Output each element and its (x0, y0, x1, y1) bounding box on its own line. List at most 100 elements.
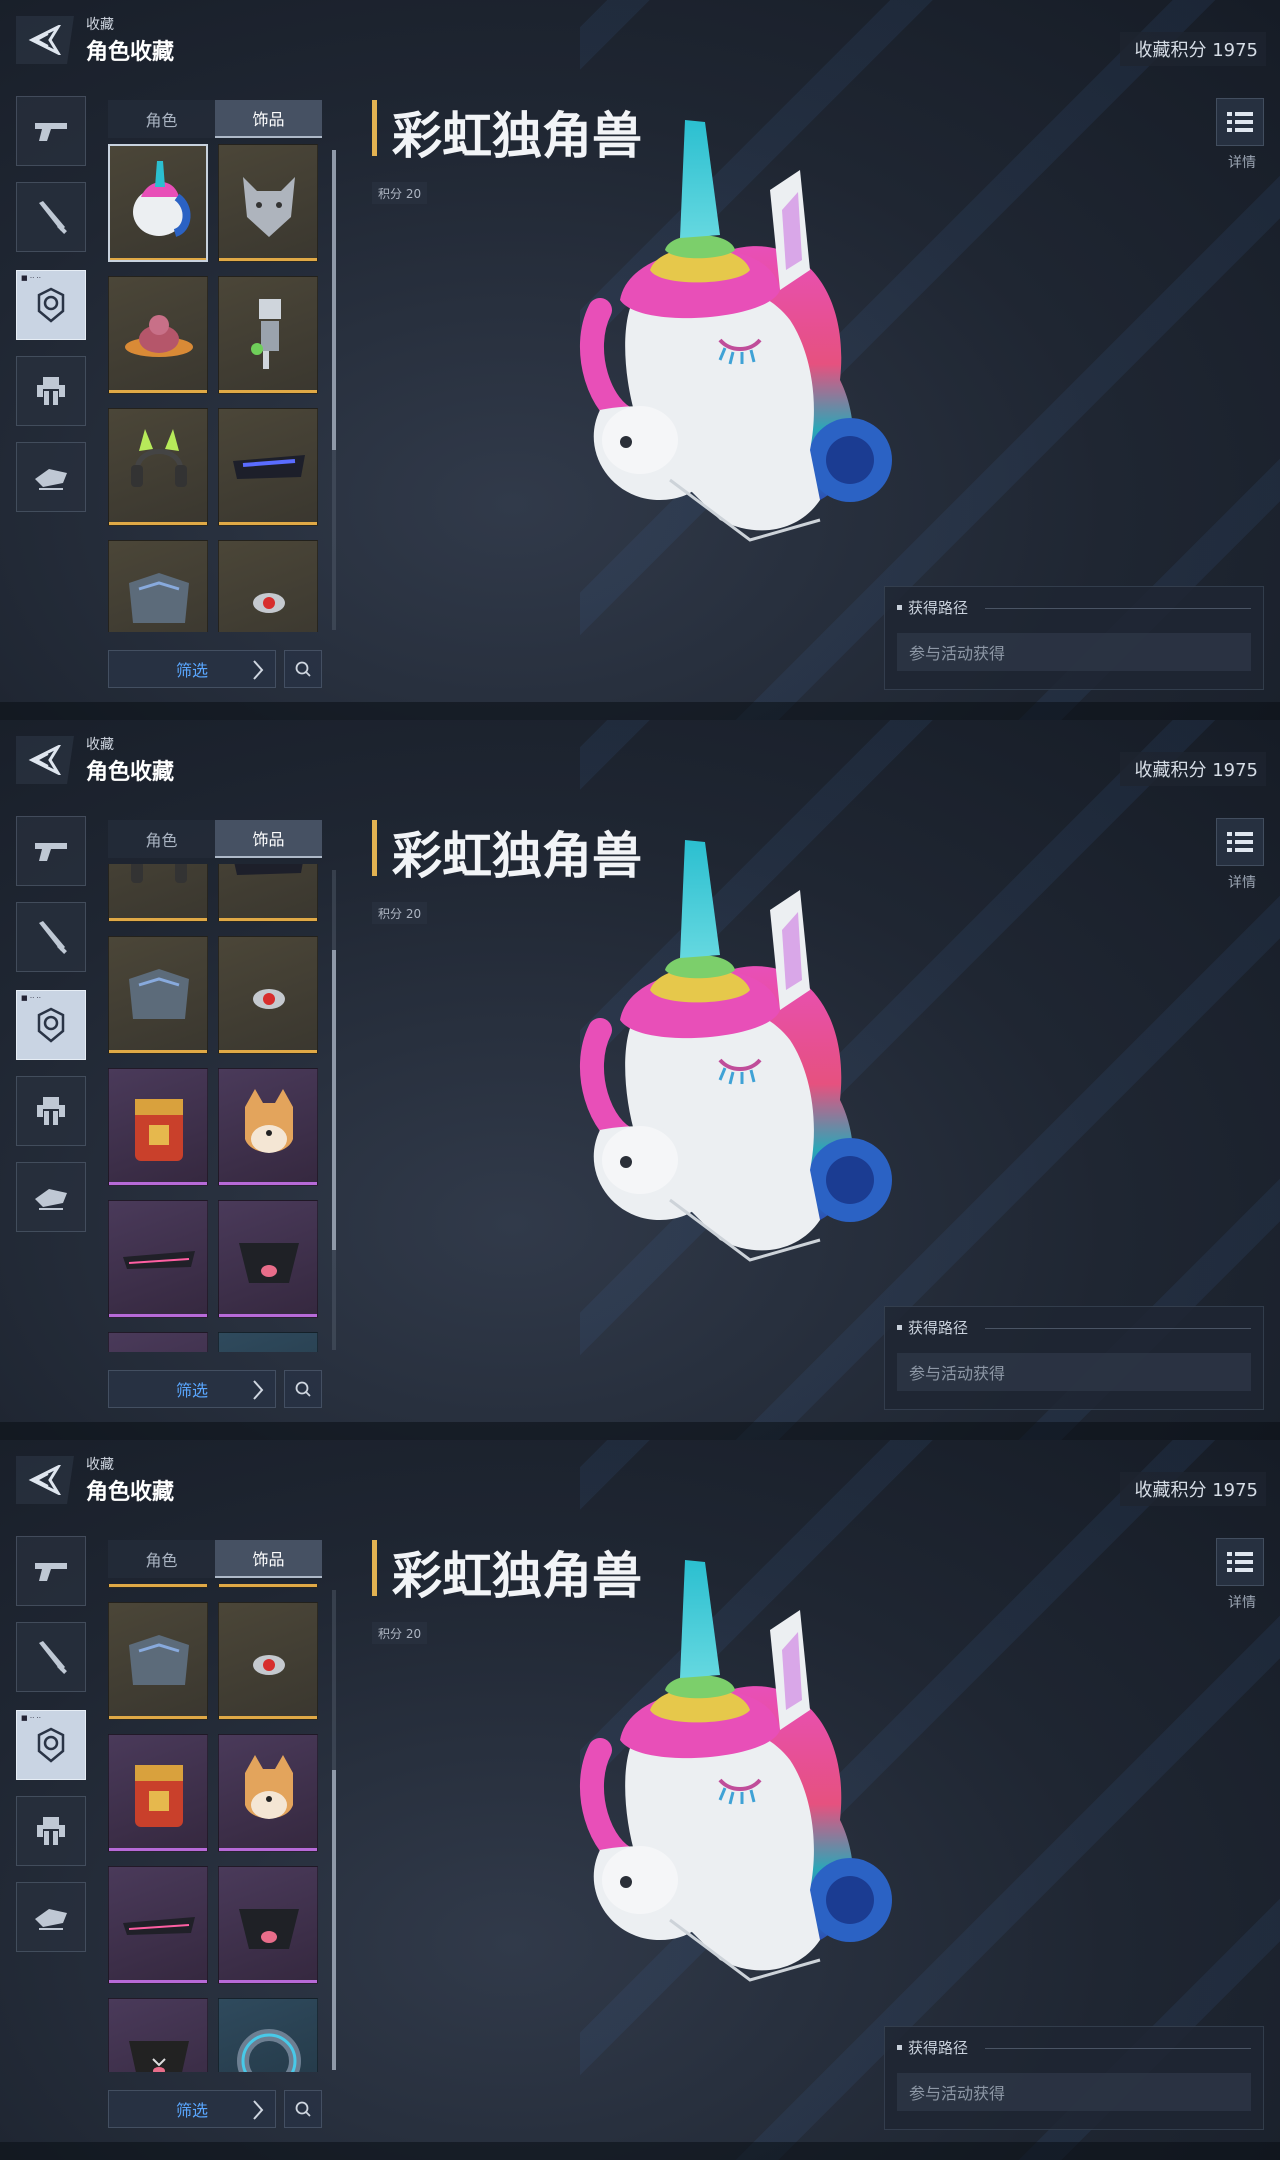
divider (985, 608, 1251, 609)
item-card-cat-ear-headset[interactable] (108, 864, 208, 922)
detail-button[interactable] (1216, 1538, 1264, 1586)
filter-label: 筛选 (175, 661, 208, 680)
tab-characters[interactable]: 角色 (108, 1540, 215, 1578)
item-grid (108, 144, 322, 632)
item-card-shiba-head[interactable] (218, 1068, 318, 1186)
search-button[interactable] (284, 650, 322, 688)
item-card-robot-figure[interactable] (218, 276, 318, 394)
item-card-unicorn-head[interactable] (108, 144, 208, 262)
item-card-visor-glasses[interactable] (218, 1584, 318, 1588)
item-card-cyber-ring[interactable] (218, 1998, 318, 2072)
tab-accessories[interactable]: 饰品 (215, 100, 322, 138)
back-button[interactable] (16, 16, 74, 64)
tab-accessories[interactable]: 饰品 (215, 1540, 322, 1578)
grid-scrollbar[interactable] (332, 870, 336, 1350)
item-card-cyber-ring[interactable] (218, 1332, 318, 1352)
character-head-icon (37, 1727, 65, 1763)
detail-label: 详情 (1228, 875, 1256, 891)
shiba-head-icon (245, 1755, 293, 1819)
acquire-source-panel: 获得路径 参与活动获得 (884, 2026, 1264, 2130)
category-tabs: 角色 饰品 (108, 820, 322, 858)
search-button[interactable] (284, 1370, 322, 1408)
unicorn-model-preview (580, 120, 892, 542)
dark-visor-icon (123, 1917, 195, 1935)
item-card-tongue-mask[interactable] (218, 1200, 318, 1318)
category-tabs: 角色 饰品 (108, 100, 322, 138)
nav-tag: ■ ·· ·· (21, 274, 41, 282)
item-card-treasure-backpack[interactable] (108, 1068, 208, 1186)
chevron-right-icon (253, 660, 264, 680)
nav-weapons-melee[interactable] (16, 902, 86, 972)
nav-weapons-melee[interactable] (16, 182, 86, 252)
search-button[interactable] (284, 2090, 322, 2128)
search-icon (295, 1381, 311, 1397)
nav-vehicles[interactable] (16, 442, 86, 512)
nav-mechs[interactable] (16, 1076, 86, 1146)
item-card-cat-ear-headset[interactable] (108, 1584, 208, 1588)
item-card-red-eye-drone[interactable] (218, 936, 318, 1054)
acquire-heading: 获得路径 (897, 1317, 968, 1338)
back-button[interactable] (16, 1456, 74, 1504)
item-card-tongue-mask[interactable] (218, 1866, 318, 1984)
item-card-shiba-head[interactable] (218, 1734, 318, 1852)
item-card-armor-gauntlet[interactable] (108, 1602, 208, 1720)
item-card-kitty-mask[interactable] (108, 1332, 208, 1352)
item-card-armor-gauntlet[interactable] (108, 936, 208, 1054)
scrollbar-thumb[interactable] (332, 150, 336, 450)
kitty-mask-icon (129, 2041, 189, 2072)
item-card-red-eye-drone[interactable] (218, 540, 318, 632)
nav-vehicles[interactable] (16, 1162, 86, 1232)
filter-button[interactable]: 筛选 (108, 1370, 276, 1408)
item-card-dark-visor[interactable] (108, 1866, 208, 1984)
item-card-treasure-backpack[interactable] (108, 1734, 208, 1852)
dark-visor-icon (123, 1251, 195, 1269)
item-card-ufo-dragon[interactable] (108, 276, 208, 394)
nav-mechs[interactable] (16, 1796, 86, 1866)
filter-button[interactable]: 筛选 (108, 650, 276, 688)
item-card-visor-glasses[interactable] (218, 864, 318, 922)
item-grid (108, 1584, 322, 2072)
chevron-right-icon (253, 1380, 264, 1400)
nav-weapons-pistol[interactable] (16, 96, 86, 166)
unicorn-head-icon (133, 161, 191, 237)
grid-scrollbar[interactable] (332, 150, 336, 630)
filter-button[interactable]: 筛选 (108, 2090, 276, 2128)
nav-weapons-pistol[interactable] (16, 816, 86, 886)
filter-label: 筛选 (175, 2101, 208, 2120)
nav-weapons-melee[interactable] (16, 1622, 86, 1692)
page-title: 角色收藏 (86, 1480, 175, 1505)
tab-accessories[interactable]: 饰品 (215, 820, 322, 858)
item-card-wolf-head[interactable] (218, 144, 318, 262)
item-card-red-eye-drone[interactable] (218, 1602, 318, 1720)
scrollbar-thumb[interactable] (332, 950, 336, 1250)
back-button[interactable] (16, 736, 74, 784)
list-icon (1227, 1552, 1253, 1572)
item-card-cat-ear-headset[interactable] (108, 408, 208, 526)
item-card-kitty-mask[interactable] (108, 1998, 208, 2072)
tab-characters[interactable]: 角色 (108, 820, 215, 858)
scrollbar-thumb[interactable] (332, 1770, 336, 2070)
nav-weapons-pistol[interactable] (16, 1536, 86, 1606)
title-accent-bar (372, 100, 377, 156)
item-card-dark-visor[interactable] (108, 1200, 208, 1318)
cat-ear-headset-icon (131, 864, 187, 883)
detail-button[interactable] (1216, 98, 1264, 146)
acquire-heading: 获得路径 (897, 2037, 968, 2058)
cyber-ring-icon (229, 1345, 309, 1352)
list-icon (1227, 112, 1253, 132)
character-head-icon (37, 287, 65, 323)
shiba-head-icon (245, 1089, 293, 1153)
nav-mechs[interactable] (16, 356, 86, 426)
treasure-backpack-icon (135, 1765, 183, 1827)
item-card-armor-gauntlet[interactable] (108, 540, 208, 632)
red-eye-drone-icon (253, 1655, 285, 1675)
grid-scrollbar[interactable] (332, 1590, 336, 2070)
tab-characters[interactable]: 角色 (108, 100, 215, 138)
treasure-backpack-icon (135, 1099, 183, 1161)
nav-accessories[interactable]: ■ ·· ·· (16, 1710, 86, 1780)
item-card-visor-glasses[interactable] (218, 408, 318, 526)
nav-vehicles[interactable] (16, 1882, 86, 1952)
detail-button[interactable] (1216, 818, 1264, 866)
nav-accessories[interactable]: ■ ·· ·· (16, 990, 86, 1060)
nav-accessories[interactable]: ■ ·· ·· (16, 270, 86, 340)
